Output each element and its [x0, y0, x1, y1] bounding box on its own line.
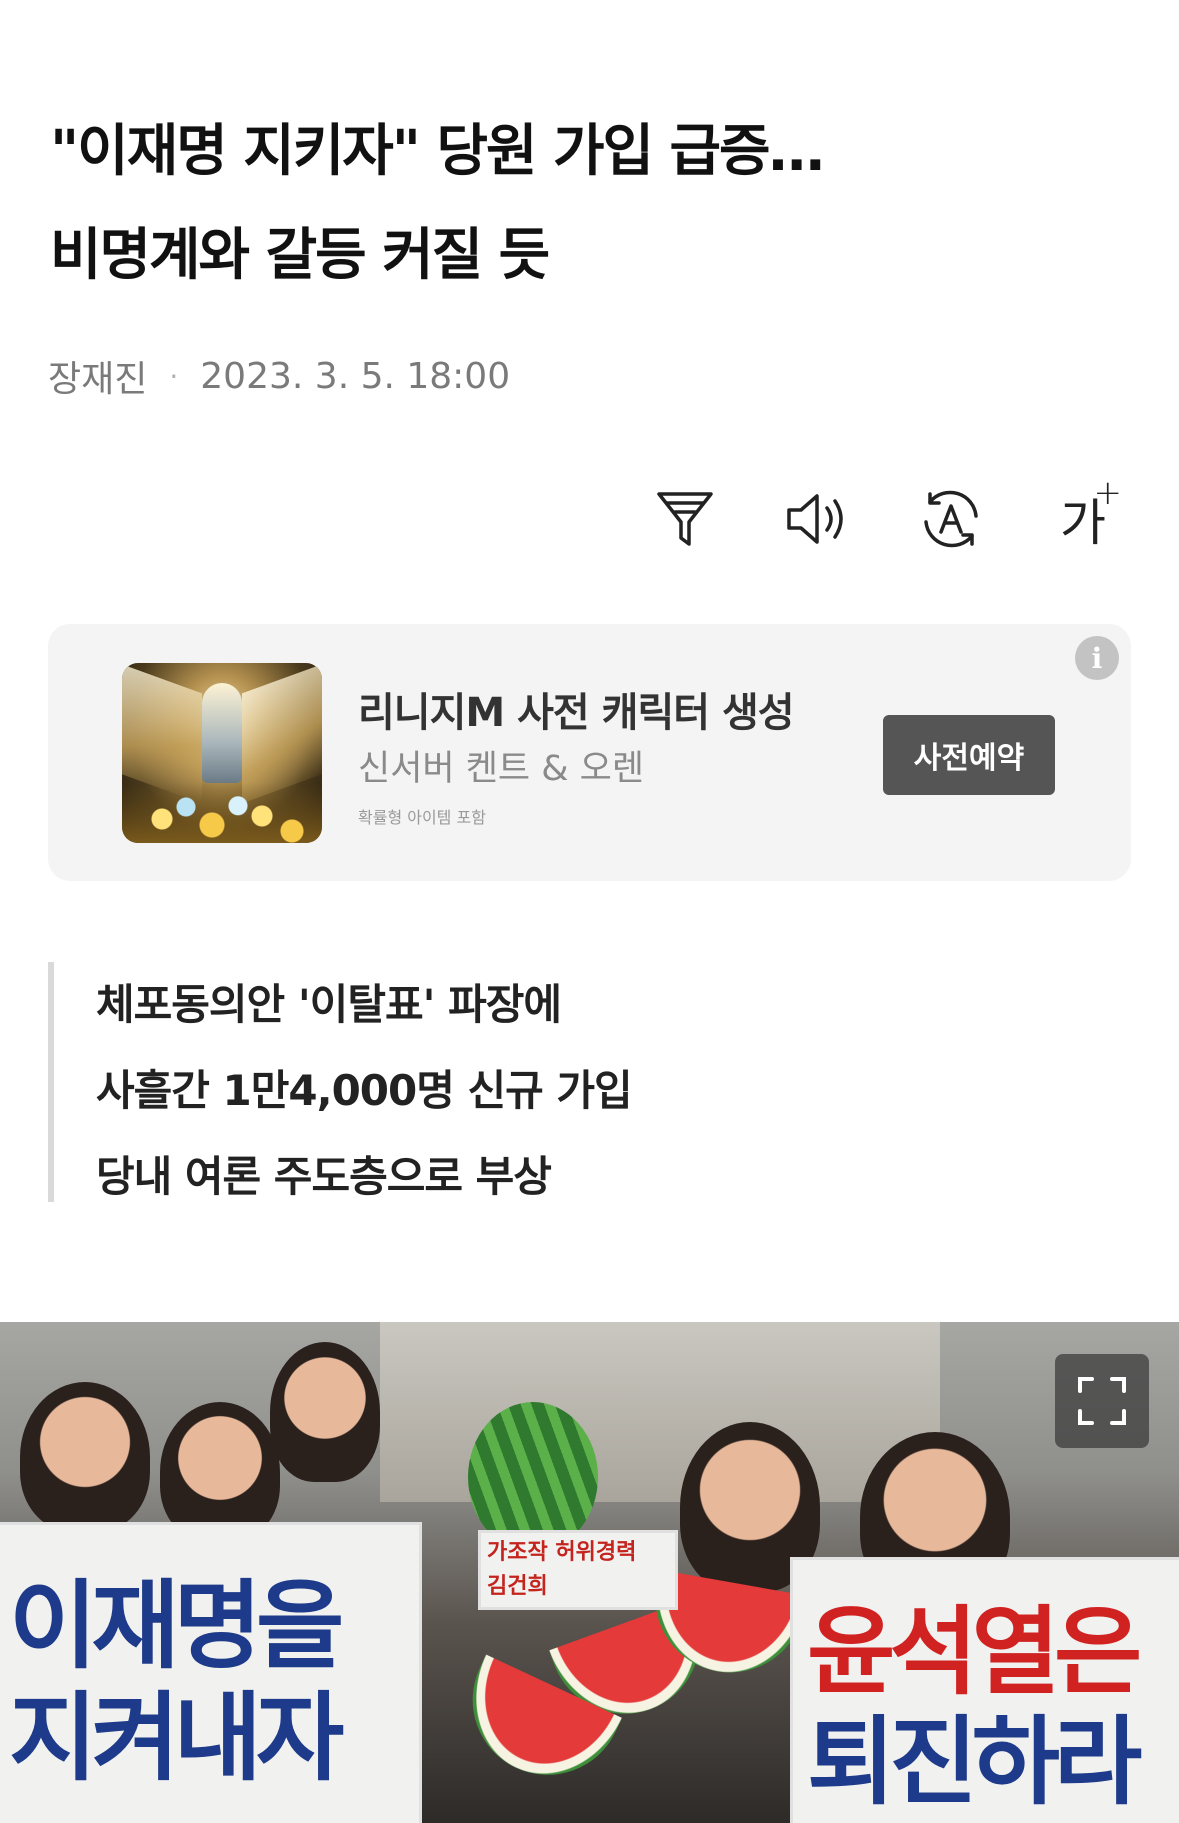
thumb-character — [202, 683, 242, 783]
ad-disclaimer: 확률형 아이템 포함 — [358, 808, 486, 827]
ad-subtitle: 신서버 켄트 & 오렌 — [358, 749, 645, 789]
article-summary: 체포동의안 '이탈표' 파장에 사흘간 1만4,000명 신규 가입 당내 여론… — [48, 962, 633, 1202]
article-page: "이재명 지키자" 당원 가입 급증… 비명계와 갈등 커질 듯 장재진 · 2… — [0, 0, 1179, 1823]
photo-background — [380, 1322, 940, 1502]
byline: 장재진 · 2023. 3. 5. 18:00 — [48, 350, 510, 402]
photo-sign-middle: 가조작 허위경력 김건희 — [478, 1530, 678, 1610]
sign-middle-line-1: 가조작 허위경력 — [487, 1540, 637, 1565]
sign-left-line-2: 지켜내자 — [9, 1682, 344, 1794]
fullscreen-icon — [1078, 1377, 1126, 1425]
font-size-icon[interactable]: 가 + — [1048, 473, 1122, 554]
photo-person — [160, 1402, 280, 1542]
preregister-button[interactable]: 사전예약 — [883, 715, 1055, 795]
expand-photo-button[interactable] — [1055, 1354, 1149, 1448]
font-size-plus: + — [1093, 473, 1123, 513]
thumb-treasure — [122, 783, 322, 843]
author-name[interactable]: 장재진 — [48, 350, 147, 402]
ad-banner[interactable]: 리니지M 사전 캐릭터 생성 신서버 켄트 & 오렌 확률형 아이템 포함 사전… — [48, 624, 1131, 881]
translate-icon[interactable] — [916, 484, 986, 554]
sign-right-line-1: 윤석열은 — [807, 1596, 1142, 1708]
headline-line-1: "이재명 지키자" 당원 가입 급증… — [50, 119, 825, 184]
article-photo[interactable]: 가조작 허위경력 김건희 이재명을 지켜내자 윤석열은 퇴진하라 — [0, 1322, 1179, 1823]
photo-person — [20, 1382, 150, 1532]
filter-icon[interactable] — [650, 484, 720, 554]
font-size-glyph: 가 + — [1060, 473, 1122, 552]
headline-line-2: 비명계와 갈등 커질 듯 — [50, 223, 550, 288]
article-headline: "이재명 지키자" 당원 가입 급증… 비명계와 갈등 커질 듯 — [50, 100, 1130, 308]
photo-sign-left: 이재명을 지켜내자 — [0, 1522, 422, 1823]
article-toolbar: 가 + — [650, 473, 1130, 554]
ad-thumbnail-image[interactable] — [122, 663, 322, 843]
summary-line-1: 체포동의안 '이탈표' 파장에 — [96, 980, 562, 1029]
ad-title[interactable]: 리니지M 사전 캐릭터 생성 — [358, 680, 795, 738]
photo-sign-right: 윤석열은 퇴진하라 — [790, 1557, 1179, 1823]
sign-right-line-2: 퇴진하라 — [807, 1706, 1142, 1818]
photo-person — [270, 1342, 380, 1482]
sign-left-line-1: 이재명을 — [9, 1570, 344, 1682]
speaker-icon[interactable] — [782, 484, 852, 554]
sign-middle-line-2: 김건희 — [487, 1574, 548, 1599]
summary-line-2: 사흘간 1만4,000명 신규 가입 — [96, 1066, 633, 1115]
ad-info-icon[interactable]: i — [1075, 636, 1119, 680]
publish-datetime: 2023. 3. 5. 18:00 — [200, 355, 511, 397]
summary-line-3: 당내 여론 주도층으로 부상 — [96, 1152, 552, 1201]
byline-separator: · — [169, 359, 179, 393]
